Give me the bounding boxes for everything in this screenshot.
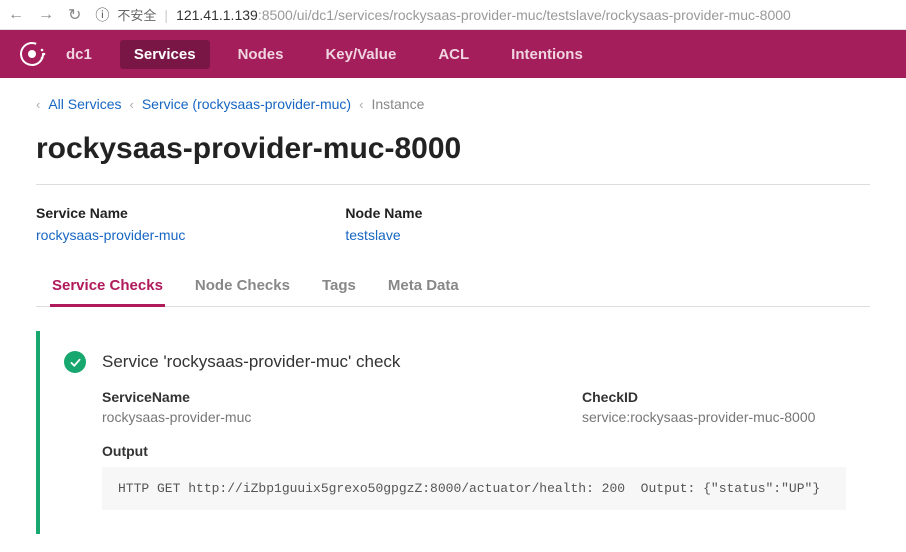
service-name-link[interactable]: rockysaas-provider-muc <box>36 227 185 243</box>
reload-icon[interactable]: ↻ <box>68 5 81 25</box>
check-id-value: service:rockysaas-provider-muc-8000 <box>582 409 846 425</box>
page-title: rockysaas-provider-muc-8000 <box>36 132 870 166</box>
health-check-card: Service 'rockysaas-provider-muc' check S… <box>36 331 870 534</box>
breadcrumb-service[interactable]: Service (rockysaas-provider-muc) <box>142 96 351 112</box>
breadcrumb-all-services[interactable]: All Services <box>48 96 121 112</box>
tab-node-checks[interactable]: Node Checks <box>193 267 292 307</box>
divider <box>36 184 870 185</box>
tabs: Service Checks Node Checks Tags Meta Dat… <box>36 267 870 307</box>
check-service-name: ServiceName rockysaas-provider-muc <box>102 389 582 425</box>
nav-acl[interactable]: ACL <box>424 40 483 69</box>
node-name-block: Node Name testslave <box>345 205 422 243</box>
tab-tags[interactable]: Tags <box>320 267 358 307</box>
service-name-block: Service Name rockysaas-provider-muc <box>36 205 185 243</box>
datacenter-selector[interactable]: dc1 <box>60 40 106 69</box>
tab-service-checks[interactable]: Service Checks <box>50 267 165 307</box>
check-id-label: CheckID <box>582 389 846 405</box>
check-body: ServiceName rockysaas-provider-muc Check… <box>64 389 846 510</box>
chevron-left-icon: ‹ <box>129 97 133 112</box>
breadcrumb: ‹ All Services ‹ Service (rockysaas-prov… <box>36 96 870 112</box>
top-nav: dc1 Services Nodes Key/Value ACL Intenti… <box>0 30 906 78</box>
url-separator: | <box>164 7 168 23</box>
nav-services[interactable]: Services <box>120 40 210 69</box>
node-name-label: Node Name <box>345 205 422 221</box>
main-content: ‹ All Services ‹ Service (rockysaas-prov… <box>0 78 906 552</box>
url-text: 121.41.1.139:8500/ui/dc1/services/rockys… <box>176 7 791 23</box>
info-icon: ⓘ <box>95 5 109 25</box>
insecure-label: 不安全 <box>117 5 156 24</box>
check-success-icon <box>64 351 86 373</box>
output-value: HTTP GET http://iZbp1guuix5grexo50gpgzZ:… <box>102 467 846 510</box>
nav-intentions[interactable]: Intentions <box>497 40 597 69</box>
check-service-name-label: ServiceName <box>102 389 582 405</box>
browser-toolbar: ← → ↻ ⓘ 不安全 | 121.41.1.139:8500/ui/dc1/s… <box>0 0 906 30</box>
forward-icon[interactable]: → <box>38 6 54 24</box>
instance-meta: Service Name rockysaas-provider-muc Node… <box>36 205 870 243</box>
node-name-link[interactable]: testslave <box>345 227 422 243</box>
check-header[interactable]: Service 'rockysaas-provider-muc' check <box>64 351 846 373</box>
chevron-left-icon: ‹ <box>36 97 40 112</box>
output-label: Output <box>102 443 846 459</box>
check-output: Output HTTP GET http://iZbp1guuix5grexo5… <box>102 443 846 510</box>
check-id: CheckID service:rockysaas-provider-muc-8… <box>582 389 846 425</box>
address-bar[interactable]: ⓘ 不安全 | 121.41.1.139:8500/ui/dc1/service… <box>95 5 790 25</box>
breadcrumb-current: Instance <box>371 96 424 112</box>
check-service-name-value: rockysaas-provider-muc <box>102 409 582 425</box>
tab-meta-data[interactable]: Meta Data <box>386 267 461 307</box>
nav-nodes[interactable]: Nodes <box>224 40 298 69</box>
service-name-label: Service Name <box>36 205 185 221</box>
chevron-left-icon: ‹ <box>359 97 363 112</box>
nav-kv[interactable]: Key/Value <box>311 40 410 69</box>
check-title: Service 'rockysaas-provider-muc' check <box>102 352 400 372</box>
consul-logo-icon[interactable] <box>18 40 46 68</box>
back-icon[interactable]: ← <box>8 6 24 24</box>
